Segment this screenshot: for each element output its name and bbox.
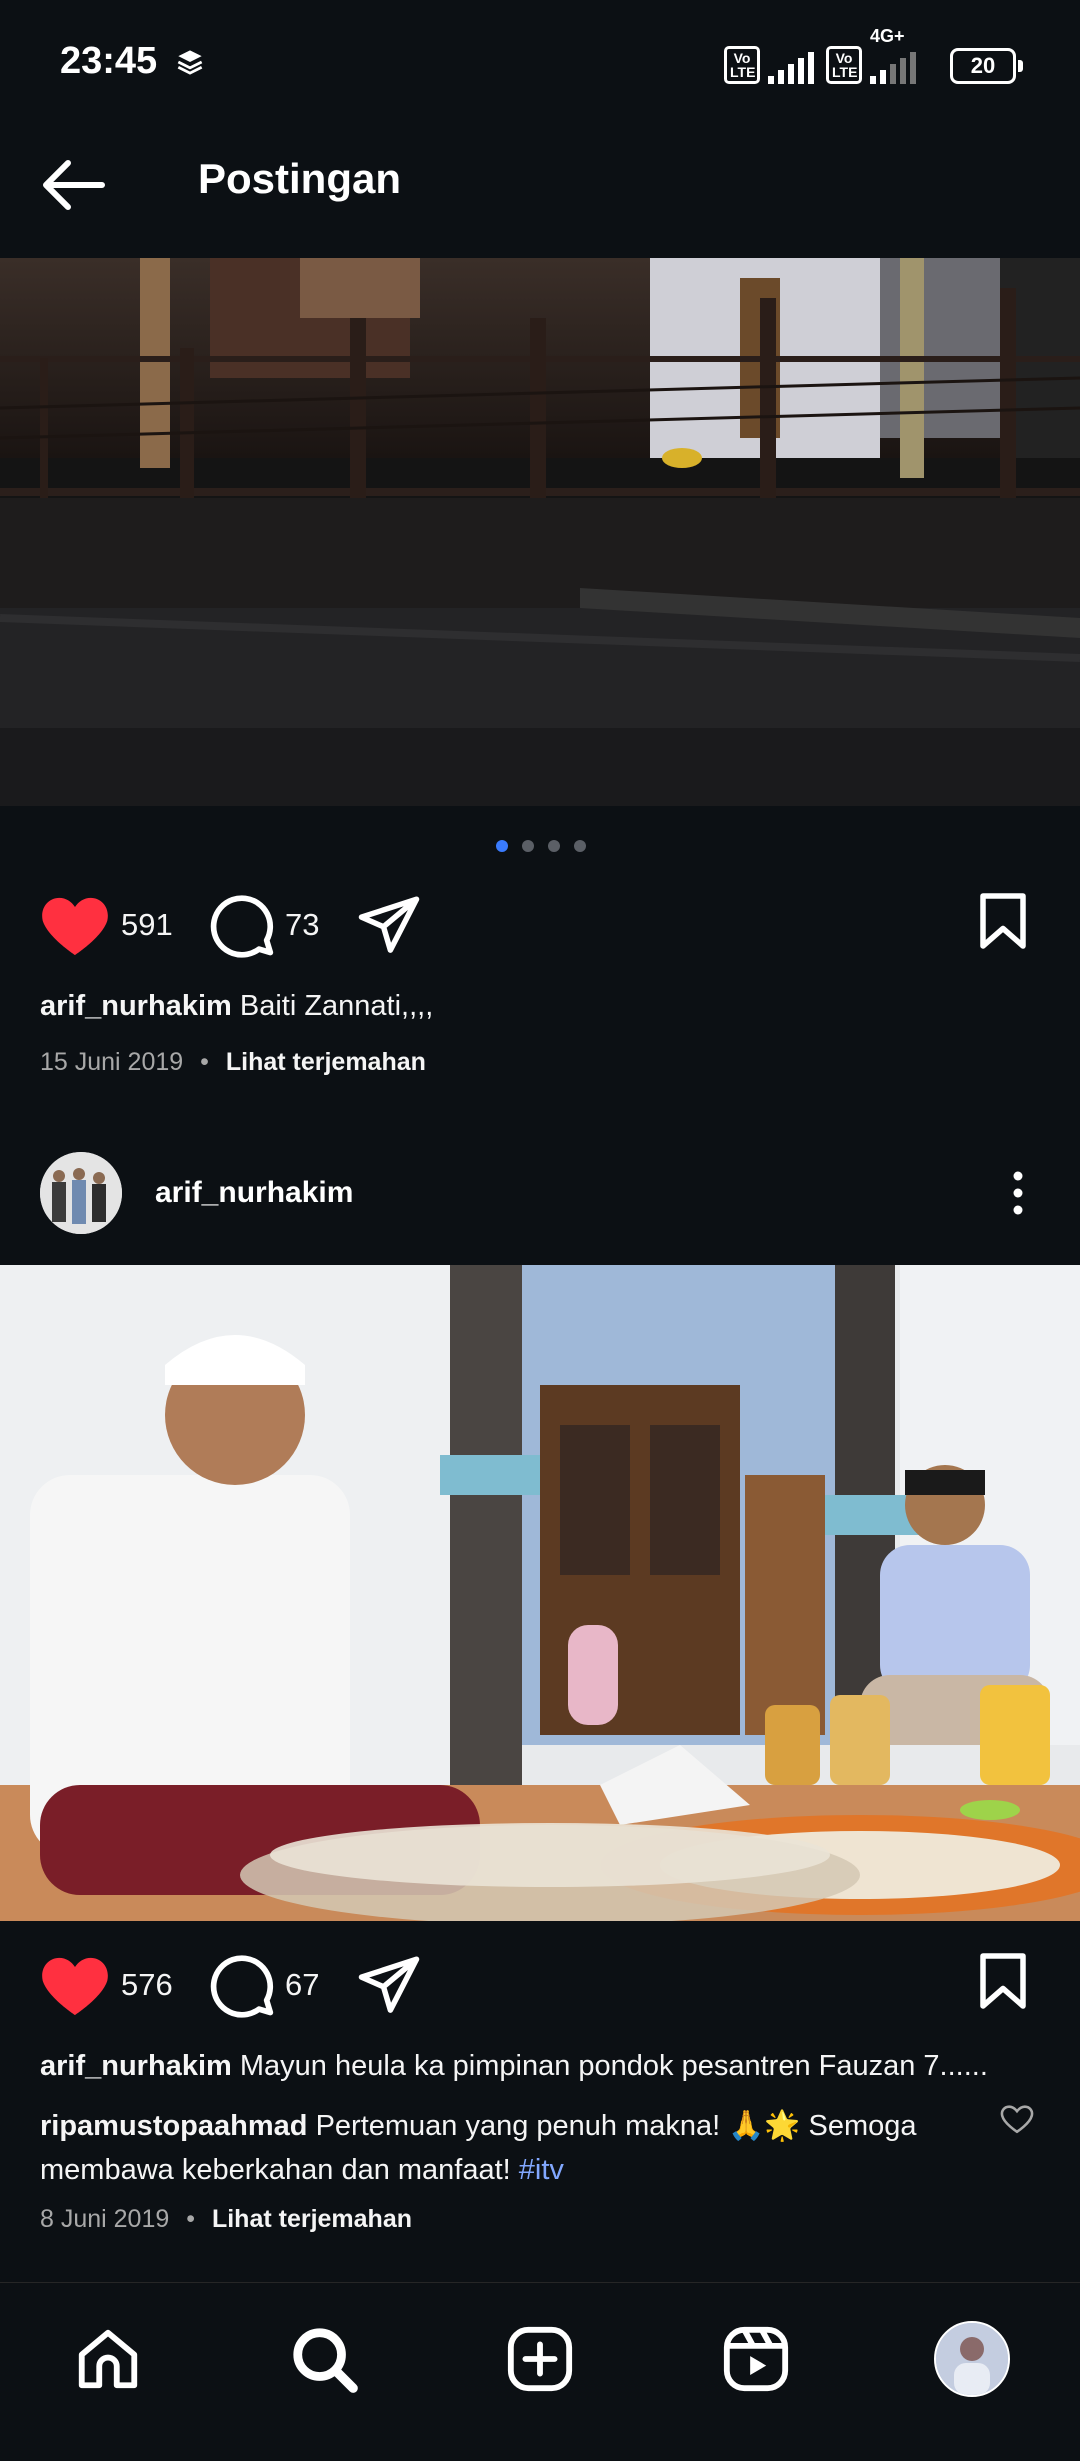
carousel-dot	[574, 840, 586, 852]
home-icon	[78, 2329, 138, 2389]
send-icon	[358, 896, 420, 953]
comment-count[interactable]: 73	[285, 907, 319, 943]
comment-button[interactable]	[208, 893, 276, 966]
post-username[interactable]: arif_nurhakim	[155, 1176, 353, 1210]
comment-button[interactable]	[208, 1953, 276, 2026]
volte-badge-1: Vo LTE	[724, 46, 760, 84]
create-icon	[507, 2326, 573, 2392]
carousel-indicator	[496, 840, 586, 852]
sim2-signal: Vo LTE 4G+	[826, 26, 916, 84]
layers-icon	[176, 48, 204, 81]
nav-search-button[interactable]	[284, 2319, 364, 2399]
post-2-meta: 8 Juni 2019 • Lihat terjemahan	[40, 2205, 413, 2233]
nav-create-button[interactable]	[500, 2319, 580, 2399]
heart-filled-icon	[42, 897, 108, 955]
volte-badge-2: Vo LTE	[826, 46, 862, 84]
signal-bars-2-icon	[870, 52, 916, 84]
like-count[interactable]: 576	[121, 1967, 173, 2003]
comment-icon	[210, 1955, 274, 2018]
top-comment: ripamustopaahmad Pertemuan yang penuh ma…	[40, 2104, 1000, 2192]
search-icon	[293, 2328, 358, 2393]
see-translation-link[interactable]: Lihat terjemahan	[212, 2205, 412, 2233]
like-count[interactable]: 591	[121, 907, 173, 943]
more-options-button[interactable]	[1000, 1168, 1036, 1218]
comment-like-button[interactable]	[1000, 2104, 1034, 2139]
comment-text-line2: membawa keberkahan dan manfaat!	[40, 2154, 511, 2186]
post-1-meta: 15 Juni 2019 • Lihat terjemahan	[40, 1048, 426, 1076]
sim1-signal: Vo LTE	[724, 44, 814, 84]
post-2-actions: 576 67	[0, 1945, 1080, 2025]
arrow-left-icon	[43, 160, 105, 210]
heart-filled-icon	[42, 1957, 108, 2015]
post-1-caption: arif_nurhakim Baiti Zannati,,,,	[40, 990, 1040, 1023]
post-2-caption: arif_nurhakim Mayun heula ka pimpinan po…	[40, 2050, 1040, 2083]
carousel-dot	[548, 840, 560, 852]
caption-text[interactable]: Mayun heula ka pimpinan pondok pesantren…	[240, 2050, 988, 2082]
post-date: 8 Juni 2019	[40, 2205, 170, 2233]
post-1-photo[interactable]	[0, 258, 1080, 806]
profile-avatar	[934, 2321, 1010, 2397]
nav-home-button[interactable]	[68, 2319, 148, 2399]
avatar[interactable]	[40, 1152, 122, 1234]
page-title: Postingan	[198, 155, 402, 202]
send-icon	[358, 1956, 420, 2013]
carousel-dot	[522, 840, 534, 852]
see-translation-link[interactable]: Lihat terjemahan	[226, 1048, 426, 1076]
like-button[interactable]	[40, 895, 110, 960]
carousel-dot	[496, 840, 508, 852]
bookmark-icon	[980, 1953, 1026, 2009]
bookmark-icon	[980, 893, 1026, 949]
status-bar: 23:45 Vo LTE Vo LTE 4G+ 20	[0, 0, 1080, 130]
status-time: 23:45	[60, 40, 158, 82]
battery-indicator: 20	[950, 48, 1023, 84]
nav-profile-button[interactable]	[932, 2319, 1012, 2399]
save-button[interactable]	[976, 891, 1030, 956]
bottom-navigation	[0, 2282, 1080, 2461]
share-button[interactable]	[356, 893, 422, 960]
more-vertical-icon	[1013, 1171, 1023, 1215]
hashtag-link[interactable]: #itv	[519, 2154, 564, 2186]
caption-username[interactable]: arif_nurhakim	[40, 2050, 232, 2082]
save-button[interactable]	[976, 1951, 1030, 2016]
caption-text: Baiti Zannati,,,,	[239, 990, 434, 1022]
comment-username[interactable]: ripamustopaahmad	[40, 2110, 308, 2142]
reels-icon	[723, 2326, 789, 2392]
comment-text-line1: Pertemuan yang penuh makna! 🙏🌟 Semoga	[315, 2110, 917, 2142]
caption-username[interactable]: arif_nurhakim	[40, 990, 232, 1022]
nav-reels-button[interactable]	[716, 2319, 796, 2399]
signal-bars-1-icon	[768, 52, 814, 84]
comment-count[interactable]: 67	[285, 1967, 319, 2003]
post-2-photo[interactable]	[0, 1265, 1080, 1921]
comment-icon	[210, 895, 274, 958]
back-button[interactable]	[40, 155, 110, 215]
share-button[interactable]	[356, 1953, 422, 2020]
post-date: 15 Juni 2019	[40, 1048, 184, 1076]
post-1-actions: 591 73	[0, 885, 1080, 965]
like-button[interactable]	[40, 1955, 110, 2020]
heart-outline-icon	[1000, 2105, 1034, 2134]
network-type: 4G+	[870, 26, 905, 46]
